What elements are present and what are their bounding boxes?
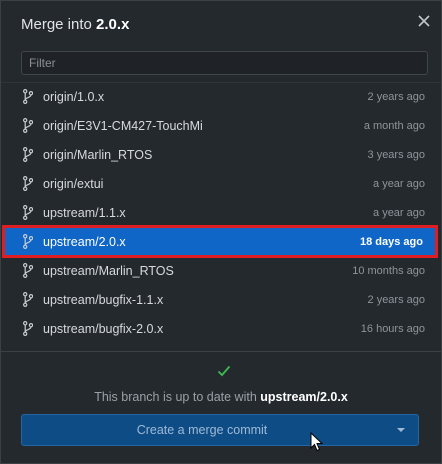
branch-row[interactable]: upstream/bugfix-1.1.x 2 years ago <box>1 285 441 314</box>
git-branch-icon <box>23 147 34 162</box>
branch-name: origin/Marlin_RTOS <box>43 148 153 162</box>
branch-list[interactable]: origin/1.0.x 2 years ago origin/E3V1-CM427… <box>1 82 441 352</box>
git-branch-icon <box>23 234 34 249</box>
caret-down-icon[interactable] <box>382 415 418 445</box>
branch-row[interactable]: upstream/1.1.x a year ago <box>1 198 441 227</box>
branch-row[interactable]: upstream/bugfix-2.0.x 16 hours ago <box>1 314 441 343</box>
branch-row[interactable]: origin/Marlin_RTOS 3 years ago <box>1 140 441 169</box>
branch-name: upstream/bugfix-1.1.x <box>43 293 164 307</box>
mouse-cursor-icon <box>310 432 324 452</box>
branch-name: upstream/bugfix-2.0.x <box>43 322 164 336</box>
branch-time: 16 hours ago <box>360 323 425 335</box>
branch-row[interactable]: origin/E3V1-CM427-TouchMi a month ago <box>1 111 441 140</box>
branch-time: a year ago <box>373 207 425 219</box>
git-branch-icon <box>23 205 34 220</box>
branch-name: upstream/2.0.x <box>43 235 126 249</box>
git-branch-icon <box>23 176 34 191</box>
close-icon[interactable] <box>417 15 431 29</box>
branch-time: 18 days ago <box>360 236 423 248</box>
merge-button-label: Create a merge commit <box>136 423 268 437</box>
branch-time: 2 years ago <box>367 91 425 103</box>
git-branch-icon <box>23 118 34 133</box>
git-branch-icon <box>23 89 34 104</box>
git-branch-icon <box>23 292 34 307</box>
dialog-title-prefix: Merge into <box>21 16 97 33</box>
git-branch-icon <box>23 321 34 336</box>
branch-time: 3 years ago <box>367 149 425 161</box>
checkmark-icon <box>217 365 231 377</box>
branch-name: origin/E3V1-CM427-TouchMi <box>43 119 203 133</box>
git-branch-icon <box>23 263 34 278</box>
branch-name: upstream/Marlin_RTOS <box>43 264 174 278</box>
branch-name: upstream/1.1.x <box>43 206 126 220</box>
branch-row[interactable]: upstream/2.0.x 18 days ago <box>2 225 438 258</box>
branch-row[interactable]: origin/1.0.x 2 years ago <box>1 83 441 111</box>
filter-input[interactable] <box>21 51 428 75</box>
status-text: This branch is up to date with <box>94 390 261 404</box>
create-merge-commit-button[interactable]: Create a merge commit <box>21 414 419 446</box>
dialog-header: Merge into 2.0.x <box>1 1 441 43</box>
dialog-title-branch: 2.0.x <box>96 16 130 33</box>
status-branch: upstream/2.0.x <box>260 390 348 404</box>
branch-time: 10 months ago <box>352 265 425 277</box>
branch-name: origin/extui <box>43 177 104 191</box>
branch-time: 2 years ago <box>367 294 425 306</box>
dialog-title: Merge into 2.0.x <box>21 16 129 33</box>
branch-name: origin/1.0.x <box>43 90 105 104</box>
branch-time: a month ago <box>363 120 425 132</box>
branch-list-items: origin/1.0.x 2 years ago origin/E3V1-CM427… <box>1 83 441 343</box>
branch-row[interactable]: origin/extui a year ago <box>1 169 441 198</box>
merge-dialog: Merge into 2.0.x origin/1.0.x 2 years ago… <box>0 0 442 464</box>
branch-time: a year ago <box>373 178 425 190</box>
merge-status: This branch is up to date with upstream/… <box>1 390 441 404</box>
branch-row[interactable]: upstream/Marlin_RTOS 10 months ago <box>1 256 441 285</box>
